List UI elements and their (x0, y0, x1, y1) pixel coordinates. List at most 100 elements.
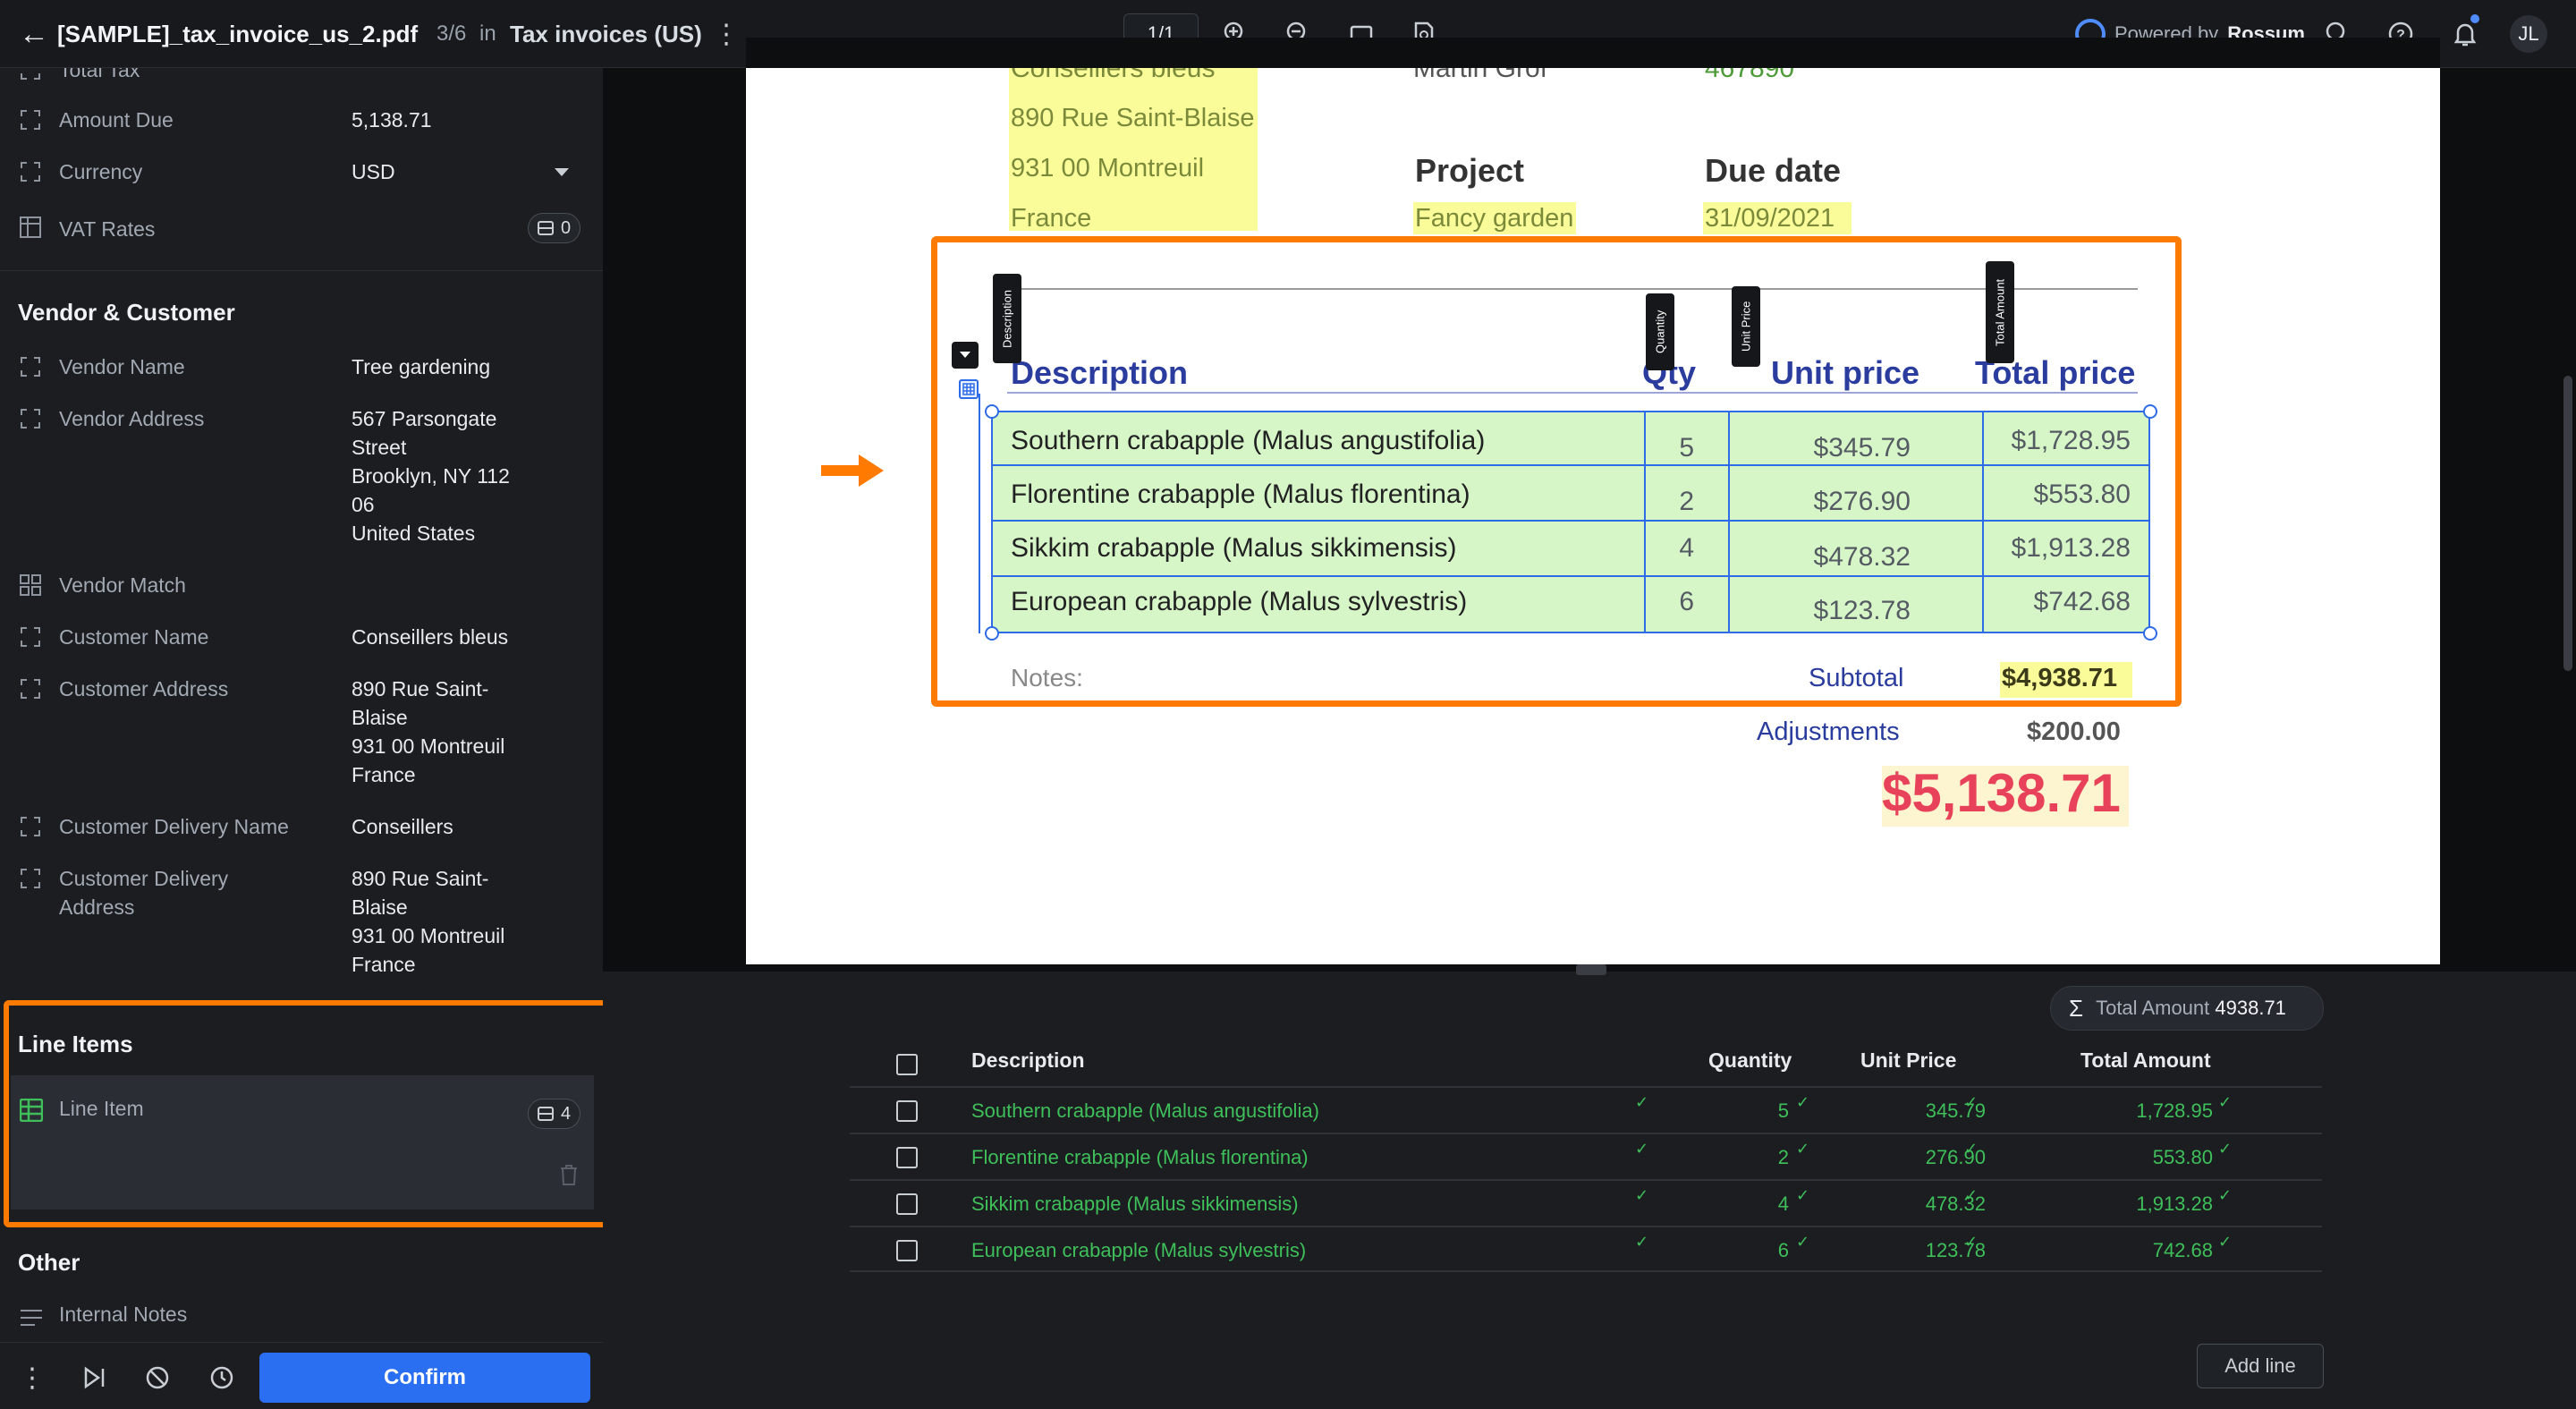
grid-cell-description[interactable]: Southern crabapple (Malus angustifolia) (971, 1099, 1319, 1123)
section-heading-vendor-customer: Vendor & Customer (18, 299, 235, 326)
field-value[interactable]: 5,138.71 (352, 106, 432, 134)
badge-count: 0 (561, 217, 572, 238)
bracket-field-icon (20, 68, 43, 82)
grid-cell-description[interactable]: Florentine crabapple (Malus florentina) (971, 1146, 1309, 1169)
skip-next-icon[interactable] (79, 1362, 111, 1394)
line-items-highlight-frame (4, 1000, 612, 1227)
grid-cell-total[interactable]: 553.80 (2057, 1146, 2213, 1169)
doc-address-line1: 890 Rue Saint-Blaise (1011, 104, 1255, 132)
field-customer-delivery-address[interactable]: Customer Delivery Address 890 Rue Saint-… (0, 864, 603, 982)
grid-header-description[interactable]: Description (971, 1048, 1085, 1073)
select-all-checkbox[interactable] (896, 1054, 918, 1075)
document-position: 3/6 (436, 21, 467, 46)
field-total-tax[interactable]: Total Tax (0, 68, 603, 86)
field-value[interactable]: Conseillers (352, 812, 453, 841)
grid-divider (850, 1179, 2322, 1181)
valid-check-icon: ✓ (2218, 1186, 2233, 1204)
grid-cell-total[interactable]: 742.68 (2057, 1239, 2213, 1262)
field-value[interactable]: 890 Rue Saint- Blaise 931 00 Montreuil F… (352, 675, 504, 789)
queue-name[interactable]: Tax invoices (US) (510, 0, 702, 68)
row-checkbox[interactable] (896, 1100, 918, 1122)
row-checkbox[interactable] (896, 1147, 918, 1168)
grid-cell-description[interactable]: Sikkim crabapple (Malus sikkimensis) (971, 1193, 1299, 1216)
valid-check-icon: ✓ (1964, 1233, 1979, 1251)
add-line-button[interactable]: Add line (2197, 1344, 2324, 1388)
field-label: Customer Name (59, 625, 209, 649)
field-label: Vendor Name (59, 355, 185, 378)
postpone-clock-icon[interactable] (206, 1362, 238, 1394)
grid-cell-quantity[interactable]: 2 (1735, 1146, 1789, 1169)
field-customer-address[interactable]: Customer Address 890 Rue Saint- Blaise 9… (0, 675, 603, 793)
doc-adjustments-value: $200.00 (2027, 717, 2121, 746)
grid-cell-quantity[interactable]: 6 (1735, 1239, 1789, 1262)
valid-check-icon: ✓ (2218, 1140, 2233, 1158)
grid-cell-total[interactable]: 1,913.28 (2057, 1193, 2213, 1216)
grid-header-unit-price[interactable]: Unit Price (1860, 1048, 1956, 1073)
user-avatar[interactable]: JL (2510, 15, 2547, 53)
field-label: Vendor Match (59, 573, 186, 597)
doc-address-line3: France (1011, 204, 1092, 233)
grid-cell-quantity[interactable]: 4 (1735, 1193, 1789, 1216)
grid-match-icon (20, 574, 43, 598)
valid-check-icon: ✓ (2218, 1093, 2233, 1111)
vat-rates-count-badge[interactable]: 0 (528, 213, 581, 243)
field-label: Customer Address (59, 677, 229, 700)
field-customer-name[interactable]: Customer Name Conseillers bleus (0, 623, 603, 653)
rows-icon (538, 221, 554, 235)
bracket-field-icon (20, 356, 43, 379)
field-label: Customer Delivery Address (59, 867, 229, 919)
field-vat-rates[interactable]: VAT Rates 0 (0, 211, 603, 247)
grid-divider (850, 1133, 2322, 1134)
back-arrow-icon[interactable]: ← (16, 0, 52, 68)
grid-cell-total[interactable]: 1,728.95 (2057, 1099, 2213, 1123)
section-divider (0, 270, 603, 271)
confirm-button[interactable]: Confirm (259, 1353, 590, 1403)
valid-check-icon: ✓ (1964, 1140, 1979, 1158)
grid-divider (850, 1270, 2322, 1272)
internal-notes-label[interactable]: Internal Notes (59, 1303, 187, 1327)
notification-dot (2470, 14, 2479, 23)
viewer-scrollbar[interactable] (2563, 376, 2572, 671)
grid-divider (850, 1226, 2322, 1227)
valid-check-icon: ✓ (1635, 1233, 1649, 1251)
valid-check-icon: ✓ (1635, 1093, 1649, 1111)
bracket-field-icon (20, 626, 43, 649)
row-checkbox[interactable] (896, 1193, 918, 1215)
field-vendor-address[interactable]: Vendor Address 567 Parsongate Street Bro… (0, 404, 603, 553)
field-vendor-match[interactable]: Vendor Match (0, 571, 603, 601)
field-label: Vendor Address (59, 407, 205, 430)
section-heading-other: Other (18, 1249, 80, 1276)
valid-check-icon: ✓ (2218, 1233, 2233, 1251)
bracket-field-icon (20, 109, 43, 132)
field-vendor-name[interactable]: Vendor Name Tree gardening (0, 352, 603, 383)
field-value[interactable]: 890 Rue Saint- Blaise 931 00 Montreuil F… (352, 864, 504, 979)
grid-cell-description[interactable]: European crabapple (Malus sylvestris) (971, 1239, 1306, 1262)
valid-check-icon: ✓ (1964, 1186, 1979, 1204)
field-label: Total Tax (59, 68, 140, 81)
field-currency[interactable]: Currency USD (0, 157, 603, 188)
reject-icon[interactable] (141, 1362, 174, 1394)
field-label: Customer Delivery Name (59, 815, 289, 838)
grid-header-total-amount[interactable]: Total Amount (2080, 1048, 2211, 1073)
valid-check-icon: ✓ (1796, 1093, 1810, 1111)
field-value[interactable]: 567 Parsongate Street Brooklyn, NY 112 0… (352, 404, 510, 547)
notes-lines-icon (20, 1308, 43, 1329)
total-chip-value: 4938.71 (2215, 997, 2286, 1019)
in-label: in (479, 21, 496, 46)
dropdown-caret-icon[interactable] (555, 168, 569, 176)
row-checkbox[interactable] (896, 1240, 918, 1261)
field-value[interactable]: Tree gardening (352, 352, 490, 381)
field-customer-delivery-name[interactable]: Customer Delivery Name Conseillers (0, 812, 603, 843)
doc-address-line2: 931 00 Montreuil (1011, 154, 1205, 182)
file-name: [SAMPLE]_tax_invoice_us_2.pdf (57, 20, 419, 47)
field-value[interactable]: Conseillers bleus (352, 623, 508, 651)
grid-header-quantity[interactable]: Quantity (1708, 1048, 1792, 1073)
grid-cell-quantity[interactable]: 5 (1735, 1099, 1789, 1123)
valid-check-icon: ✓ (1635, 1186, 1649, 1204)
more-actions-icon[interactable]: ⋮ (16, 1362, 48, 1394)
field-value[interactable]: USD (352, 157, 395, 186)
field-amount-due[interactable]: Amount Due 5,138.71 (0, 106, 603, 136)
more-options-icon[interactable]: ⋮ (713, 0, 740, 68)
panel-resize-handle[interactable] (1576, 964, 1606, 975)
notifications-bell-icon[interactable] (2445, 0, 2485, 68)
